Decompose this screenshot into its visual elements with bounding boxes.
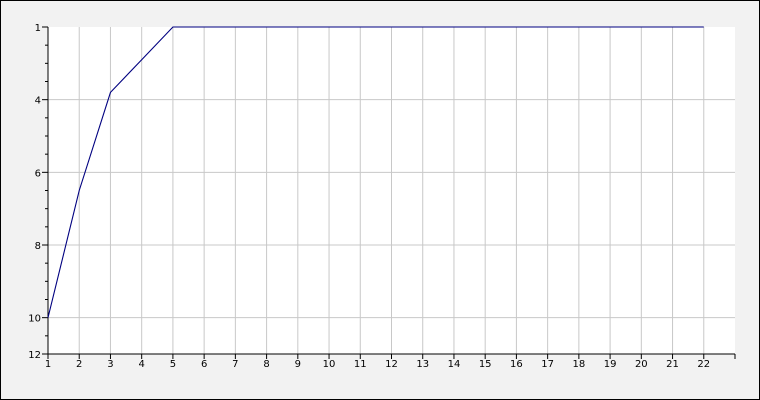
x-tick-label: 9 — [295, 359, 301, 370]
chart-frame: 1 2 3 4 5 6 7 8 9 10 11 12 13 14 15 16 17 18 19 20 21 22 1468… — [0, 0, 760, 400]
x-tick-label: 8 — [263, 359, 269, 370]
y-tick-label: 8 — [35, 241, 41, 252]
line-chart: 1 2 3 4 5 6 7 8 9 10 11 12 13 14 15 16 17 18 19 20 21 22 1468… — [28, 23, 736, 370]
y-tick-label: 10 — [28, 314, 41, 325]
y-tick-label: 12 — [28, 350, 41, 361]
x-tick-label: 10 — [323, 359, 336, 370]
x-tick-label: 2 — [76, 359, 82, 370]
x-tick-label: 15 — [479, 359, 492, 370]
x-tick-label: 17 — [541, 359, 554, 370]
x-tick-label: 16 — [510, 359, 523, 370]
x-axis-ticks: 1 2 3 4 5 6 7 8 9 10 11 12 13 14 15 16 17 18 19 20 21 22 — [45, 354, 736, 370]
x-tick-label: 20 — [635, 359, 648, 370]
x-tick-label: 13 — [416, 359, 429, 370]
x-tick-label: 5 — [170, 359, 176, 370]
x-tick-label: 4 — [138, 359, 144, 370]
x-tick-label: 21 — [666, 359, 679, 370]
x-tick-label: 19 — [604, 359, 617, 370]
x-gridlines — [78, 27, 705, 354]
y-tick-label: 6 — [35, 168, 41, 179]
y-tick-label: 1 — [35, 23, 41, 34]
y-axis-ticks: 1 4 6 8 10 12 — [28, 23, 48, 361]
x-tick-label: 11 — [354, 359, 367, 370]
x-tick-label: 1 — [45, 359, 51, 370]
x-tick-label: 18 — [572, 359, 585, 370]
x-tick-label: 14 — [448, 359, 461, 370]
x-tick-label: 6 — [201, 359, 207, 370]
x-tick-label: 22 — [697, 359, 710, 370]
x-tick-label: 12 — [385, 359, 398, 370]
y-tick-label: 4 — [35, 96, 41, 107]
x-tick-label: 7 — [232, 359, 238, 370]
x-tick-label: 3 — [107, 359, 113, 370]
